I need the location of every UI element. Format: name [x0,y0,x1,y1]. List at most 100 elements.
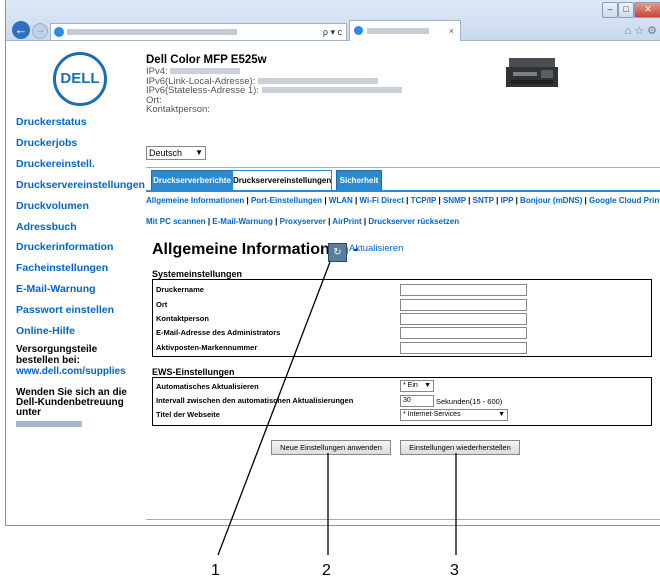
admin-email-input[interactable] [400,327,527,339]
ipv6-stateless-blurred [261,87,402,94]
address-blurred [67,29,237,35]
printer-image [506,58,558,87]
interval-input[interactable]: 30 [400,395,434,407]
browser-tab[interactable]: × [349,20,461,41]
subnav-row-1: Allgemeine Informationen | Port-Einstell… [146,196,660,205]
forward-button[interactable]: → [32,23,48,39]
subnav-bonjour[interactable]: Bonjour (mDNS) [520,196,582,205]
druckername-input[interactable] [400,284,527,296]
nav-online-hilfe[interactable]: Online-Hilfe [16,325,75,337]
subnav-pc-scannen[interactable]: Mit PC scannen [146,217,206,226]
supplies-link[interactable]: www.dell.com/supplies [16,366,126,377]
supplies-info: Versorgungsteile bestellen bei: www.dell… [16,344,126,377]
ipv4-blurred [170,68,241,75]
subnav-google-cloud-print[interactable]: Google Cloud Print [589,196,660,205]
printer-header: Dell Color MFP E525w IPv4: IPv6(Link-Loc… [146,54,402,115]
tab-title-blurred [367,28,429,34]
tab-underline [146,190,660,192]
page-content: DELL Druckerstatus Druckerjobs Druckerei… [6,41,660,525]
ort-input[interactable] [400,299,527,311]
address-controls[interactable]: ρ ▾ c [323,24,342,40]
chevron-down-icon: ▼ [195,148,203,157]
refresh-button[interactable]: ↻ [328,243,347,262]
contact-text: Wenden Sie sich an die Dell-Kundenbetreu… [16,387,127,418]
subnav-snmp[interactable]: SNMP [443,196,466,205]
subnav-tcpip[interactable]: TCP/IP [411,196,437,205]
ews-settings-title: EWS-Einstellungen [152,367,235,377]
dell-logo: DELL [53,52,107,106]
close-icon[interactable]: ✕ [634,2,660,18]
interval-value: 30 [403,397,411,404]
back-button[interactable]: ← [12,21,30,39]
interval-unit: Sekunden(15 - 600) [436,397,503,406]
browser-window: ← → ρ ▾ c × – □ ✕ ⌂ ☆ ⚙ DELL Druckerstat… [5,0,660,526]
nav-email-warnung[interactable]: E-Mail-Warnung [16,283,96,295]
restore-settings-button[interactable]: Einstellungen wiederherstellen [400,440,520,455]
language-select[interactable]: Deutsch ▼ [146,146,206,160]
asset-tag-input[interactable] [400,342,527,354]
subnav-airprint[interactable]: AirPrint [332,217,361,226]
nav-druckservereinstellungen[interactable]: Druckservereinstellungen [16,179,145,191]
callout-3: 3 [450,562,459,579]
browser-tools-icons[interactable]: ⌂ ☆ ⚙ [625,24,657,37]
row-druckername: Druckername [156,285,204,294]
auto-refresh-label: Automatisches Aktualisieren [156,382,259,391]
refresh-icon: ↻ [333,247,342,258]
contact-info: Wenden Sie sich an die Dell-Kundenbetreu… [16,388,136,430]
divider [146,167,660,168]
nav-druckereinstell[interactable]: Druckereinstell. [16,158,95,170]
callout-1: 1 [211,562,220,579]
ipv6-link-blurred [257,77,378,84]
row-kontaktperson: Kontaktperson [156,314,209,323]
tab-close-icon[interactable]: × [449,21,454,41]
ie-icon [54,27,64,37]
tab-druckserverberichte[interactable]: Druckserverberichte [151,170,233,192]
printer-model: Dell Color MFP E525w [146,54,267,66]
chevron-down-icon: ▼ [424,382,431,389]
subnav-allgemeine[interactable]: Allgemeine Informationen [146,196,244,205]
supplies-text: Versorgungsteile bestellen bei: [16,344,98,366]
apply-settings-button[interactable]: Neue Einstellungen anwenden [271,440,391,455]
subnav-wlan[interactable]: WLAN [329,196,353,205]
webpage-title-value: * Internet-Services [403,411,461,418]
subnav-port[interactable]: Port-Einstellungen [251,196,322,205]
nav-druckerstatus[interactable]: Druckerstatus [16,116,87,128]
row-ort: Ort [156,300,168,309]
kontaktperson-input[interactable] [400,313,527,325]
nav-adressbuch[interactable]: Adressbuch [16,221,77,233]
language-value: Deutsch [149,148,183,158]
chevron-down-icon: ▼ [498,411,505,418]
minimize-icon[interactable]: – [602,2,618,18]
subnav-ipp[interactable]: IPP [501,196,514,205]
tab-druckservereinstellungen[interactable]: Druckservereinstellungen [232,170,332,191]
subnav-proxyserver[interactable]: Proxyserver [280,217,326,226]
subnav-reset[interactable]: Druckserver rücksetzen [368,217,459,226]
maximize-icon[interactable]: □ [618,2,634,18]
interval-label: Intervall zwischen den automatischen Akt… [156,396,354,405]
nav-passwort-einstellen[interactable]: Passwort einstellen [16,304,114,316]
auto-refresh-select[interactable]: * Ein ▼ [400,380,434,392]
tab-ie-icon [354,26,363,35]
row-asset-tag: Aktivposten-Markennummer [156,343,258,352]
row-admin-email: E-Mail-Adresse des Administrators [156,328,281,337]
webpage-title-select[interactable]: * Internet-Services ▼ [400,409,508,421]
ipv6-stateless-label: IPv6(Stateless-Adresse 1): [146,85,259,96]
callout-2: 2 [322,562,331,579]
browser-toolbar: ← → ρ ▾ c × – □ ✕ ⌂ ☆ ⚙ [6,0,660,41]
nav-facheinstellungen[interactable]: Facheinstellungen [16,262,108,274]
subnav-row-2: Mit PC scannen | E-Mail-Warnung | Proxys… [146,217,460,226]
system-settings-title: Systemeinstellungen [152,269,243,279]
tab-sicherheit[interactable]: Sicherheit [336,170,382,192]
contact-phone-blurred [16,421,82,427]
nav-druckerinformation[interactable]: Druckerinformation [16,241,113,253]
address-bar[interactable]: ρ ▾ c [50,23,347,41]
nav-druckerjobs[interactable]: Druckerjobs [16,137,77,149]
nav-druckvolumen[interactable]: Druckvolumen [16,200,89,212]
subnav-sntp[interactable]: SNTP [473,196,494,205]
subnav-email-warnung[interactable]: E-Mail-Warnung [212,217,273,226]
webpage-title-label: Titel der Webseite [156,410,220,419]
bottom-divider [146,519,660,520]
kontakt-label: Kontaktperson: [146,104,210,115]
subnav-wifi-direct[interactable]: Wi-Fi Direct [360,196,404,205]
refresh-link[interactable]: Aktualisieren [349,243,403,254]
